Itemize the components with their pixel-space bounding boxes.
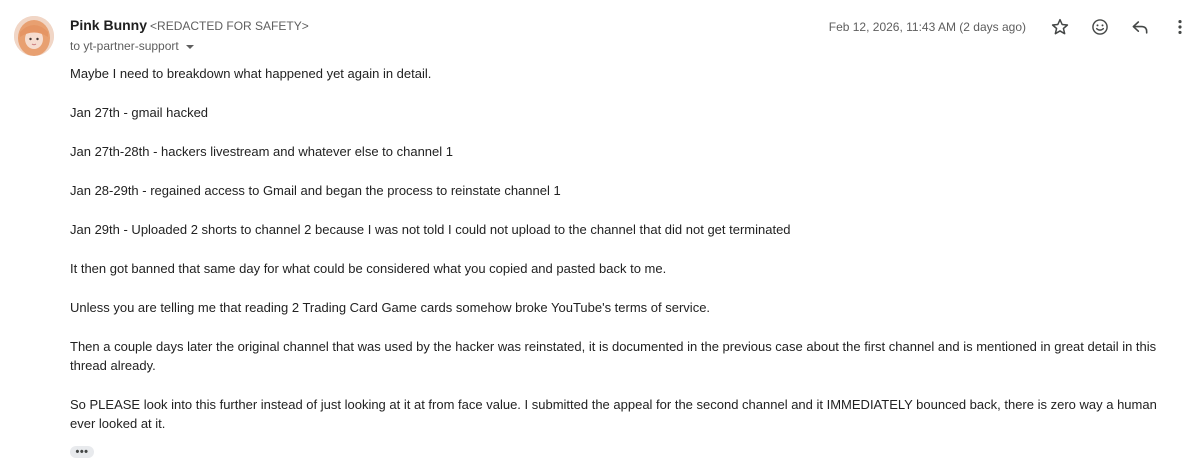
message-meta: Feb 12, 2026, 11:43 AM (2 days ago) [829, 12, 1200, 42]
recipient-details-toggle[interactable]: to yt-partner-support [70, 37, 195, 55]
body-paragraph: It then got banned that same day for wha… [70, 261, 667, 276]
body-paragraph: Jan 27th-28th - hackers livestream and w… [70, 144, 453, 159]
reply-arrow-icon [1132, 21, 1148, 34]
body-paragraph: Jan 27th - gmail hacked [70, 105, 209, 120]
star-button[interactable] [1040, 12, 1080, 42]
body-paragraph: So PLEASE look into this further instead… [70, 397, 1157, 431]
show-trimmed-content-button[interactable]: ••• [70, 446, 94, 458]
sender-name[interactable]: Pink Bunny [70, 17, 147, 33]
recipient-line: to yt-partner-support [70, 39, 179, 53]
body-paragraph: Unless you are telling me that reading 2… [70, 300, 711, 315]
star-icon [1051, 18, 1069, 35]
add-reaction-button[interactable] [1080, 12, 1120, 42]
vertical-dots-icon [1178, 20, 1182, 34]
sender-line: Pink Bunny <REDACTED FOR SAFETY> [70, 15, 309, 36]
sender-email: <REDACTED FOR SAFETY> [150, 19, 309, 33]
body-paragraph: Maybe I need to breakdown what happened … [70, 66, 432, 81]
avatar-photo [14, 16, 54, 56]
body-paragraph: Then a couple days later the original ch… [70, 339, 1157, 373]
more-options-button[interactable] [1160, 12, 1200, 42]
smiley-face-icon [1092, 19, 1108, 35]
sender-avatar[interactable] [14, 16, 54, 56]
reply-button[interactable] [1120, 12, 1160, 42]
horizontal-dots-icon: ••• [75, 446, 89, 458]
caret-down-icon[interactable] [185, 37, 195, 55]
body-paragraph: Jan 29th - Uploaded 2 shorts to channel … [70, 222, 791, 237]
message-body: Maybe I need to breakdown what happened … [70, 64, 1170, 433]
body-paragraph: Jan 28-29th - regained access to Gmail a… [70, 183, 561, 198]
message-date: Feb 12, 2026, 11:43 AM (2 days ago) [828, 20, 1026, 34]
